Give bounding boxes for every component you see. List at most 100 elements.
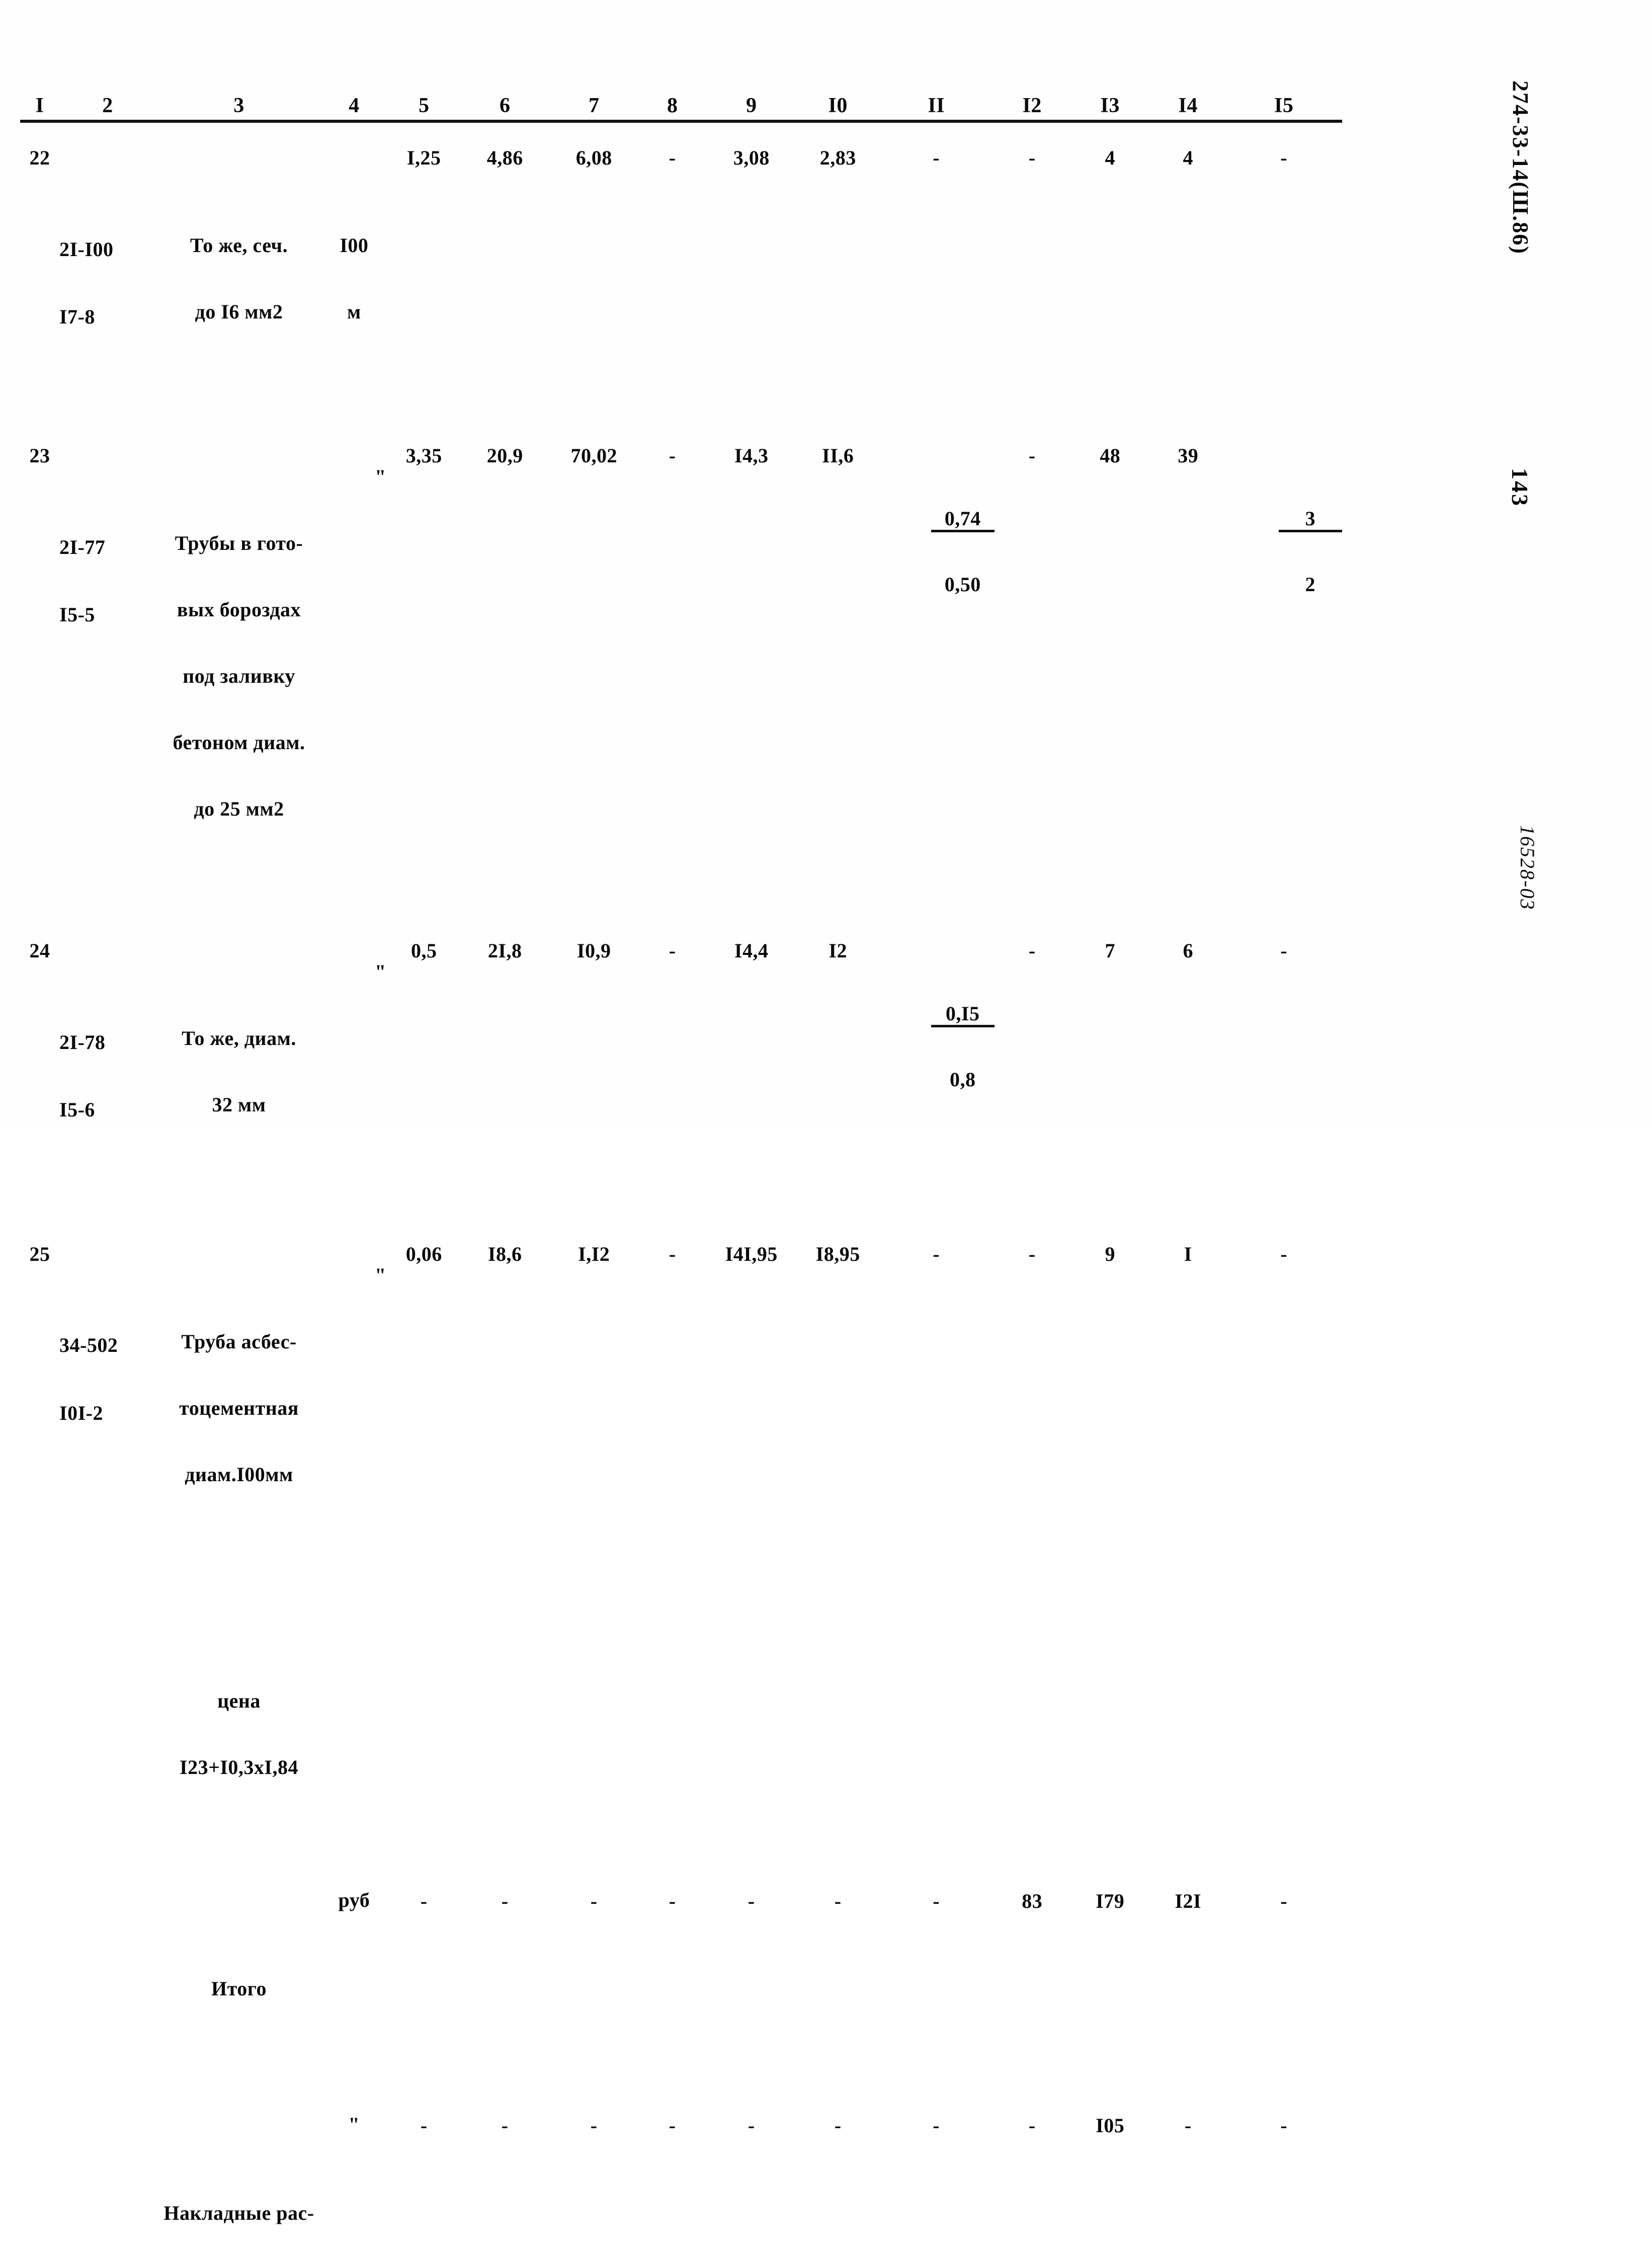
cell-col6: 4,86 (486, 146, 523, 169)
column-header-12: I2 (1022, 94, 1042, 117)
cell-col14: 39 (1178, 444, 1199, 467)
row-index: 22 (29, 146, 50, 169)
ditto-mark: " (375, 960, 386, 984)
column-header-7: 7 (588, 94, 600, 117)
description-line-1: Труба асбес- (181, 1330, 297, 1353)
cell-col9: - (748, 2114, 755, 2137)
cell-col8: - (669, 1889, 676, 1912)
spacer-row (20, 2088, 1342, 2114)
cell-col10: 2,83 (819, 146, 856, 169)
cell-col15: - (1280, 1889, 1288, 1912)
spacer-row (20, 121, 1342, 146)
column-header-8: 8 (667, 94, 678, 117)
estimate-table: I 2 3 4 5 6 7 8 9 I0 II I2 I3 I4 I5 22 2… (20, 80, 1342, 2258)
cell-col11: - (933, 146, 940, 169)
cell-col11: - (933, 1242, 940, 1265)
cell-col15: - (1280, 146, 1288, 169)
row-code: 2I-78 I5-6 (59, 939, 156, 1214)
cell-col7: - (590, 2114, 598, 2137)
column-header-6: 6 (499, 94, 511, 117)
column-header-13: I3 (1100, 94, 1120, 117)
spacer-row (20, 1214, 1342, 1242)
table-row: 22 2I-I00 I7-8 То же, сеч. до I6 мм2 I00 (20, 146, 1342, 421)
row-unit: I00 м (322, 146, 386, 421)
column-header-15: I5 (1274, 94, 1294, 117)
spacer-row (20, 909, 1342, 939)
ditto-mark: " (375, 1263, 386, 1286)
cell-col11-fraction: 0,74 0,50 (878, 444, 995, 909)
estimate-sheet: I 2 3 4 5 6 7 8 9 I0 II I2 I3 I4 I5 22 2… (0, 0, 1489, 2224)
cell-col8: - (669, 146, 676, 169)
cell-col10: - (834, 2114, 842, 2137)
cell-col6: 20,9 (486, 444, 523, 467)
cell-col11: - (933, 2114, 940, 2137)
price-note-line-1: цена (217, 1689, 261, 1712)
description-line-4: бетоном диам. (173, 731, 305, 754)
cell-col8: - (669, 1242, 676, 1265)
summary-row: Накладные рас- ходы 87% от основной зар-… (20, 2113, 1342, 2258)
fraction-numerator: 0,I5 (931, 1003, 995, 1027)
cell-col15: - (1280, 939, 1288, 962)
code-line-1: 34-502 (59, 1334, 118, 1357)
row-index: 25 (29, 1242, 50, 1265)
fraction-denominator: 0,50 (944, 573, 981, 596)
cell-col13: 48 (1100, 444, 1121, 467)
cell-col10: I8,95 (815, 1242, 860, 1265)
table-header-row: I 2 3 4 5 6 7 8 9 I0 II I2 I3 I4 I5 (20, 80, 1342, 121)
cell-col11-fraction: 0,I5 0,8 (878, 939, 995, 1214)
cell-col9: 3,08 (733, 146, 770, 169)
cell-col7: I,I2 (578, 1242, 610, 1265)
code-line-1: 2I-78 (59, 1030, 106, 1054)
summary-label: Накладные рас- ходы 87% от основной зар-… (156, 2114, 322, 2258)
summary-label-line-1: Итого (211, 1977, 267, 2000)
row-unit: " (322, 1242, 386, 1574)
cell-col12: - (1028, 444, 1036, 467)
cell-col5: 3,35 (405, 444, 442, 467)
description-line-2: вых бороздах (177, 598, 301, 621)
cell-col6: - (501, 1889, 509, 1912)
cell-col15: - (1280, 1242, 1288, 1265)
cell-col9: - (748, 1889, 755, 1912)
row-description: Труба асбес- тоцементная диам.I00мм (156, 1242, 322, 1574)
description-line-2: 32 мм (212, 1093, 266, 1116)
cell-col10: I2 (829, 939, 847, 962)
description-line-1: То же, сеч. (190, 234, 288, 257)
cell-col13: 7 (1105, 939, 1115, 962)
price-note-row: цена I23+I0,3хI,84 (20, 1601, 1342, 1867)
description-line-2: тоцементная (179, 1396, 299, 1419)
cell-col13: 4 (1105, 146, 1115, 169)
description-line-1: Трубы в гото- (175, 532, 303, 555)
cell-col12: 83 (1022, 1889, 1043, 1912)
cell-col8: - (669, 939, 676, 962)
column-header-2: 2 (102, 94, 113, 117)
fraction-denominator: 0,8 (949, 1068, 976, 1091)
row-unit: " (322, 444, 386, 909)
cell-col13: 9 (1105, 1242, 1115, 1265)
summary-unit: " (348, 2113, 360, 2136)
cell-col10: II,6 (822, 444, 854, 467)
column-header-3: 3 (233, 94, 244, 117)
description-line-3: под заливку (183, 665, 295, 688)
row-description: То же, диам. 32 мм (156, 939, 322, 1214)
code-line-1: 2I-I00 (59, 237, 114, 261)
cell-col13: I79 (1096, 1889, 1125, 1912)
cell-col13: I05 (1096, 2114, 1125, 2137)
table-row: 25 34-502 I0I-2 Труба асбес- тоцементная… (20, 1242, 1342, 1574)
document-code: 274-33-14(Ш.86) (1508, 80, 1533, 255)
row-code: 2I-77 I5-5 (59, 444, 156, 909)
unit-line-1: I00 (340, 234, 369, 257)
column-header-11: II (928, 94, 945, 117)
cell-col9: I4I,95 (725, 1242, 778, 1265)
summary-row: Итого руб - - - - - - - 83 I79 I2I - (20, 1889, 1342, 2088)
cell-col5: 0,06 (405, 1242, 442, 1265)
cell-col6: - (501, 2114, 509, 2137)
row-unit: " (322, 939, 386, 1214)
summary-unit: руб (338, 1888, 370, 1911)
spacer-row (20, 1867, 1342, 1889)
price-note-line-2: I23+I0,3хI,84 (180, 1755, 298, 1779)
fraction-denominator: 2 (1305, 573, 1315, 596)
cell-col14: 6 (1183, 939, 1193, 962)
cell-col7: 6,08 (575, 146, 612, 169)
cell-col12: - (1028, 1242, 1036, 1265)
document-page: I 2 3 4 5 6 7 8 9 I0 II I2 I3 I4 I5 22 2… (0, 0, 1652, 2224)
